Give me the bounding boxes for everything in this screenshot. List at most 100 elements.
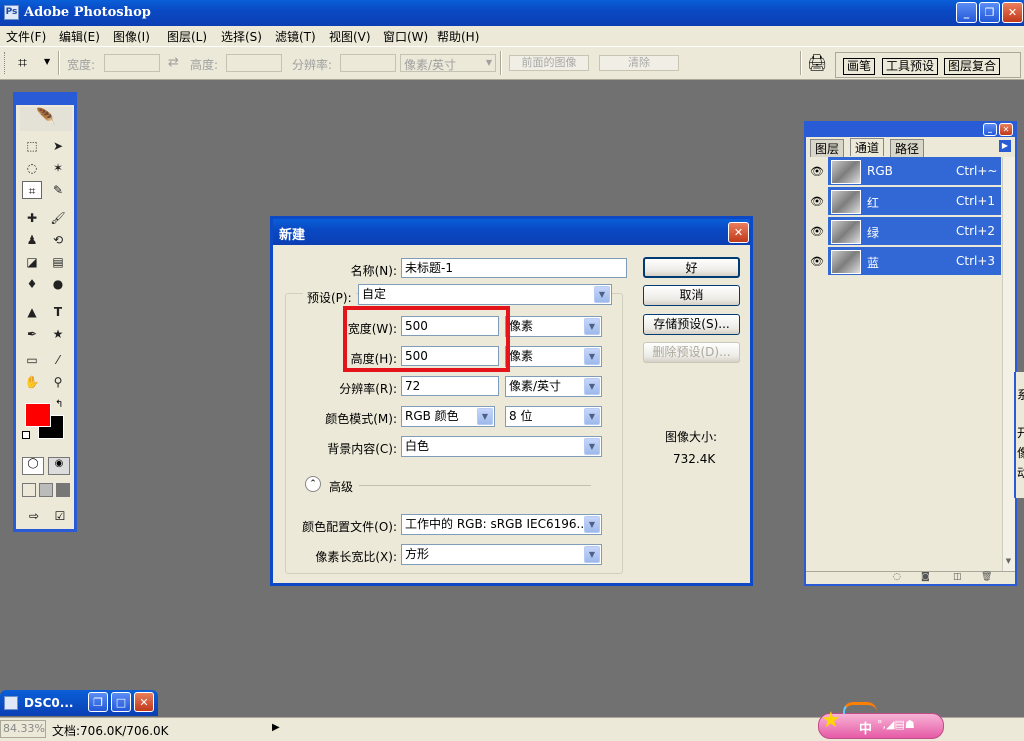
menu-layer[interactable]: 图层(L) bbox=[167, 28, 207, 45]
doc-restore-button[interactable]: ❐ bbox=[88, 692, 108, 712]
healing-brush-tool-icon[interactable]: ✚ bbox=[22, 209, 42, 227]
width-input[interactable] bbox=[104, 54, 160, 72]
new-channel-icon[interactable]: ◫ bbox=[953, 572, 962, 582]
front-image-button[interactable]: 前面的图像 bbox=[509, 55, 589, 71]
eye-icon[interactable]: 👁 bbox=[806, 187, 828, 216]
screen-mode-full-icon[interactable] bbox=[56, 483, 70, 497]
menu-file[interactable]: 文件(F) bbox=[6, 28, 46, 45]
jump-to-edit-icon[interactable]: ☑ bbox=[50, 509, 70, 525]
channel-row[interactable]: 👁 蓝 Ctrl+3 bbox=[806, 247, 1001, 276]
menu-help[interactable]: 帮助(H) bbox=[437, 28, 479, 45]
panel-scrollbar[interactable] bbox=[1002, 157, 1015, 571]
tab-brushes[interactable]: 画笔 bbox=[843, 58, 876, 75]
tab-paths[interactable]: 路径 bbox=[890, 139, 925, 157]
channel-row[interactable]: 👁 RGB Ctrl+~ bbox=[806, 157, 1001, 186]
dialog-close-button[interactable]: ✕ bbox=[728, 222, 749, 243]
menu-edit[interactable]: 编辑(E) bbox=[59, 28, 100, 45]
zoom-tool-icon[interactable]: ⚲ bbox=[48, 373, 68, 391]
tab-layers[interactable]: 图层 bbox=[810, 139, 845, 157]
save-preset-button[interactable]: 存储预设(S)... bbox=[643, 314, 740, 335]
jump-to-imageready-icon[interactable]: ⇨ bbox=[24, 509, 44, 525]
width-unit-select[interactable]: 像素 ▼ bbox=[505, 316, 602, 337]
marquee-tool-icon[interactable]: ⬚ bbox=[22, 137, 42, 155]
menu-filter[interactable]: 滤镜(T) bbox=[275, 28, 316, 45]
panel-close-button[interactable]: ✕ bbox=[999, 123, 1013, 136]
background-select[interactable]: 白色 ▼ bbox=[401, 436, 602, 457]
type-tool-icon[interactable]: T bbox=[48, 303, 68, 321]
doc-maximize-button[interactable]: □ bbox=[111, 692, 131, 712]
eye-icon[interactable]: 👁 bbox=[806, 247, 828, 276]
height-input[interactable] bbox=[226, 54, 282, 72]
save-selection-icon[interactable]: ◙ bbox=[921, 572, 930, 582]
zoom-field[interactable]: 84.33% bbox=[0, 720, 46, 738]
load-selection-icon[interactable]: ◌ bbox=[893, 572, 901, 582]
height-unit-select[interactable]: 像素 ▼ bbox=[505, 346, 602, 367]
palette-well-icon[interactable]: 🖨 bbox=[807, 53, 827, 72]
hand-tool-icon[interactable]: ✋ bbox=[22, 373, 42, 391]
color-profile-select[interactable]: 工作中的 RGB: sRGB IEC6196... ▼ bbox=[401, 514, 602, 535]
menu-window[interactable]: 窗口(W) bbox=[383, 28, 428, 45]
minimized-document-window[interactable]: DSC0... ❐ □ ✕ bbox=[0, 690, 158, 716]
ime-symbols-icon[interactable]: °,◢▤☗ bbox=[877, 718, 915, 731]
screen-mode-standard-icon[interactable] bbox=[22, 483, 36, 497]
eraser-tool-icon[interactable]: ◪ bbox=[22, 253, 42, 271]
pixel-aspect-select[interactable]: 方形 ▼ bbox=[401, 544, 602, 565]
quick-mask-mode-icon[interactable]: ◉ bbox=[48, 457, 70, 475]
color-mode-select[interactable]: RGB 颜色 ▼ bbox=[401, 406, 495, 427]
resolution-input[interactable]: 72 bbox=[401, 376, 499, 396]
chevron-down-icon[interactable]: ▼ bbox=[44, 57, 50, 66]
name-input[interactable]: 未标题-1 bbox=[401, 258, 627, 278]
cancel-button[interactable]: 取消 bbox=[643, 285, 740, 306]
menu-image[interactable]: 图像(I) bbox=[113, 28, 150, 45]
panel-minimize-button[interactable]: _ bbox=[983, 123, 997, 136]
preset-select[interactable]: 自定 ▼ bbox=[358, 284, 612, 305]
bit-depth-select[interactable]: 8 位 ▼ bbox=[505, 406, 602, 427]
dodge-tool-icon[interactable]: ● bbox=[48, 275, 68, 293]
eyedropper-tool-icon[interactable]: ⁄ bbox=[48, 351, 68, 369]
crop-tool-icon[interactable]: ⌗ bbox=[22, 181, 42, 199]
ime-mode-label[interactable]: 中 bbox=[859, 718, 872, 737]
blur-tool-icon[interactable]: ♦ bbox=[22, 275, 42, 293]
eye-icon[interactable]: 👁 bbox=[806, 157, 828, 186]
doc-close-button[interactable]: ✕ bbox=[134, 692, 154, 712]
scroll-down-icon[interactable]: ▼ bbox=[1002, 557, 1015, 569]
screen-mode-menubar-icon[interactable] bbox=[39, 483, 53, 497]
panel-menu-icon[interactable]: ▶ bbox=[999, 140, 1011, 152]
channel-row[interactable]: 👁 绿 Ctrl+2 bbox=[806, 217, 1001, 246]
shape-tool-icon[interactable]: ★ bbox=[48, 325, 68, 343]
trash-icon[interactable]: 🗑 bbox=[981, 572, 992, 582]
eye-icon[interactable]: 👁 bbox=[806, 217, 828, 246]
default-colors-icon[interactable] bbox=[22, 431, 30, 439]
move-tool-icon[interactable]: ➤ bbox=[48, 137, 68, 155]
menu-view[interactable]: 视图(V) bbox=[329, 28, 371, 45]
history-brush-tool-icon[interactable]: ⟲ bbox=[48, 231, 68, 249]
crop-tool-icon[interactable]: ⌗ bbox=[18, 53, 27, 73]
standard-mode-icon[interactable]: ◯ bbox=[22, 457, 44, 475]
notes-tool-icon[interactable]: ▭ bbox=[22, 351, 42, 369]
brush-tool-icon[interactable]: 🖌 bbox=[48, 209, 68, 227]
advanced-label[interactable]: 高级 bbox=[329, 478, 353, 495]
swap-icon[interactable]: ⇄ bbox=[168, 55, 179, 70]
clone-stamp-tool-icon[interactable]: ♟ bbox=[22, 231, 42, 249]
menu-select[interactable]: 选择(S) bbox=[221, 28, 262, 45]
swap-colors-icon[interactable]: ↰ bbox=[55, 399, 63, 410]
ime-toolbar[interactable]: ★ 中 °,◢▤☗ bbox=[818, 702, 944, 739]
resolution-unit-select[interactable]: 像素/英寸 ▼ bbox=[505, 376, 602, 397]
clear-button[interactable]: 清除 bbox=[599, 55, 679, 71]
feather-logo-icon[interactable]: 🪶 bbox=[20, 107, 72, 131]
resolution-input[interactable] bbox=[340, 54, 396, 72]
resolution-unit-select[interactable]: 像素/英寸 ▼ bbox=[400, 54, 496, 72]
tab-channels[interactable]: 通道 bbox=[850, 138, 885, 156]
lasso-tool-icon[interactable]: ◌ bbox=[22, 159, 42, 177]
channel-row[interactable]: 👁 红 Ctrl+1 bbox=[806, 187, 1001, 216]
slice-tool-icon[interactable]: ✎ bbox=[48, 181, 68, 199]
minimize-button[interactable]: _ bbox=[956, 2, 977, 23]
path-selection-tool-icon[interactable]: ▲ bbox=[22, 303, 42, 321]
advanced-toggle-icon[interactable]: ⌃ bbox=[305, 476, 321, 492]
status-menu-icon[interactable]: ▶ bbox=[272, 722, 280, 733]
ok-button[interactable]: 好 bbox=[643, 257, 740, 278]
magic-wand-tool-icon[interactable]: ✶ bbox=[48, 159, 68, 177]
gradient-tool-icon[interactable]: ▤ bbox=[48, 253, 68, 271]
restore-button[interactable]: ❐ bbox=[979, 2, 1000, 23]
close-button[interactable]: ✕ bbox=[1002, 2, 1023, 23]
